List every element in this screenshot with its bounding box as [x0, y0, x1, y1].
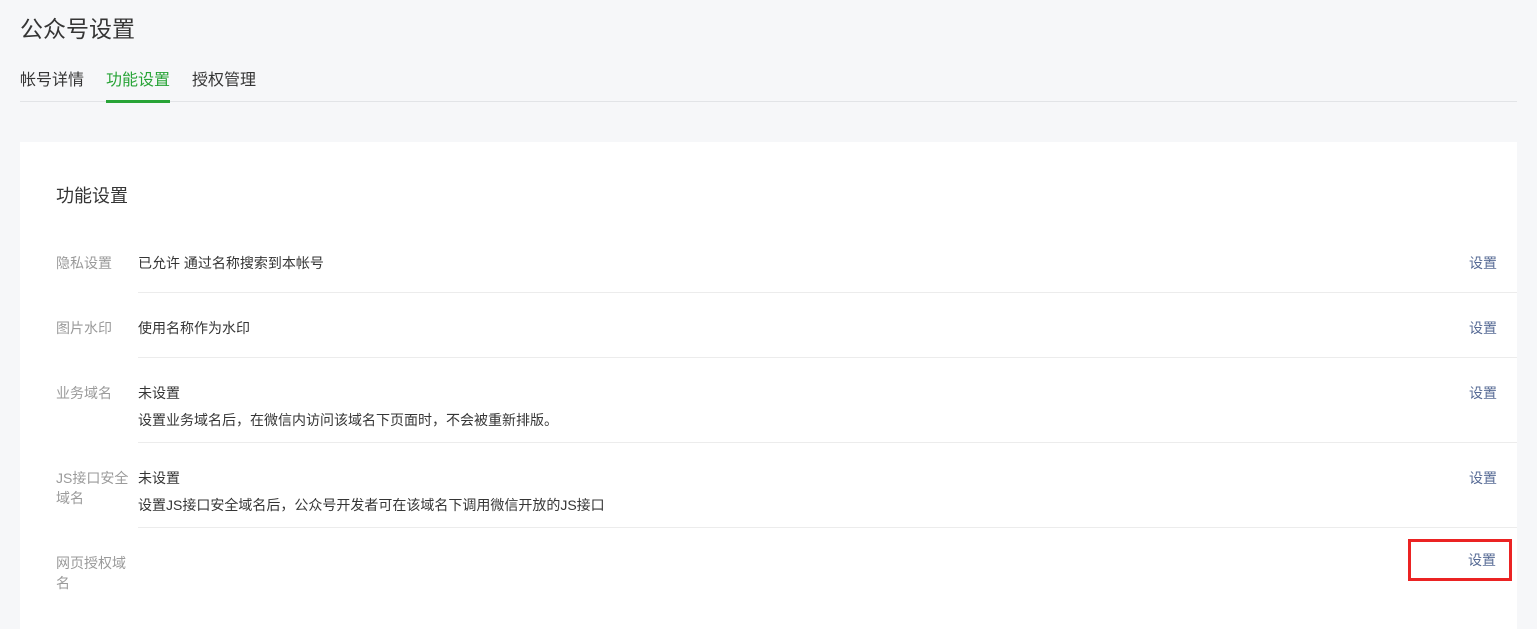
- row-description: 设置JS接口安全域名后，公众号开发者可在该域名下调用微信开放的JS接口: [138, 495, 605, 515]
- page-header: 公众号设置: [0, 0, 1537, 45]
- row-value: 未设置: [138, 468, 605, 488]
- privacy-settings-set-link[interactable]: 设置: [1469, 253, 1497, 273]
- row-value: 未设置: [138, 383, 558, 403]
- tab-function-settings[interactable]: 功能设置: [106, 70, 170, 103]
- row-label: 网页授权域名: [56, 528, 138, 593]
- row-label: 图片水印: [56, 293, 138, 358]
- row-js-api-secure-domain: JS接口安全域名 未设置 设置JS接口安全域名后，公众号开发者可在该域名下调用微…: [56, 443, 1517, 528]
- row-label: 业务域名: [56, 358, 138, 443]
- row-value: 使用名称作为水印: [138, 318, 250, 338]
- webpage-authorization-domain-set-link[interactable]: 设置: [1468, 550, 1496, 570]
- row-business-domain: 业务域名 未设置 设置业务域名后，在微信内访问该域名下页面时，不会被重新排版。 …: [56, 358, 1517, 443]
- row-content: 设置: [138, 528, 1517, 593]
- row-label: 隐私设置: [56, 228, 138, 293]
- row-description: 设置业务域名后，在微信内访问该域名下页面时，不会被重新排版。: [138, 410, 558, 430]
- tab-account-details[interactable]: 帐号详情: [20, 70, 84, 101]
- tab-authorization-management[interactable]: 授权管理: [192, 70, 256, 101]
- settings-rows: 隐私设置 已允许 通过名称搜索到本帐号 设置 图片水印 使用名称作为水印 设置 …: [56, 228, 1517, 593]
- row-label: JS接口安全域名: [56, 443, 138, 528]
- row-content: 未设置 设置JS接口安全域名后，公众号开发者可在该域名下调用微信开放的JS接口 …: [138, 443, 1517, 528]
- business-domain-set-link[interactable]: 设置: [1469, 383, 1497, 403]
- js-api-secure-domain-set-link[interactable]: 设置: [1469, 468, 1497, 488]
- row-value: 已允许 通过名称搜索到本帐号: [138, 253, 324, 273]
- page-title: 公众号设置: [20, 13, 1517, 45]
- row-privacy-settings: 隐私设置 已允许 通过名称搜索到本帐号 设置: [56, 228, 1517, 293]
- row-content: 使用名称作为水印 设置: [138, 293, 1517, 358]
- image-watermark-set-link[interactable]: 设置: [1469, 318, 1497, 338]
- tab-bar: 帐号详情 功能设置 授权管理: [20, 70, 1517, 102]
- highlight-box: 设置: [1408, 539, 1512, 581]
- function-settings-card: 功能设置 隐私设置 已允许 通过名称搜索到本帐号 设置 图片水印 使用名称作为水…: [20, 142, 1517, 629]
- row-content: 已允许 通过名称搜索到本帐号 设置: [138, 228, 1517, 293]
- row-content: 未设置 设置业务域名后，在微信内访问该域名下页面时，不会被重新排版。 设置: [138, 358, 1517, 443]
- card-heading: 功能设置: [56, 184, 1517, 208]
- row-image-watermark: 图片水印 使用名称作为水印 设置: [56, 293, 1517, 358]
- row-webpage-authorization-domain: 网页授权域名 设置: [56, 528, 1517, 593]
